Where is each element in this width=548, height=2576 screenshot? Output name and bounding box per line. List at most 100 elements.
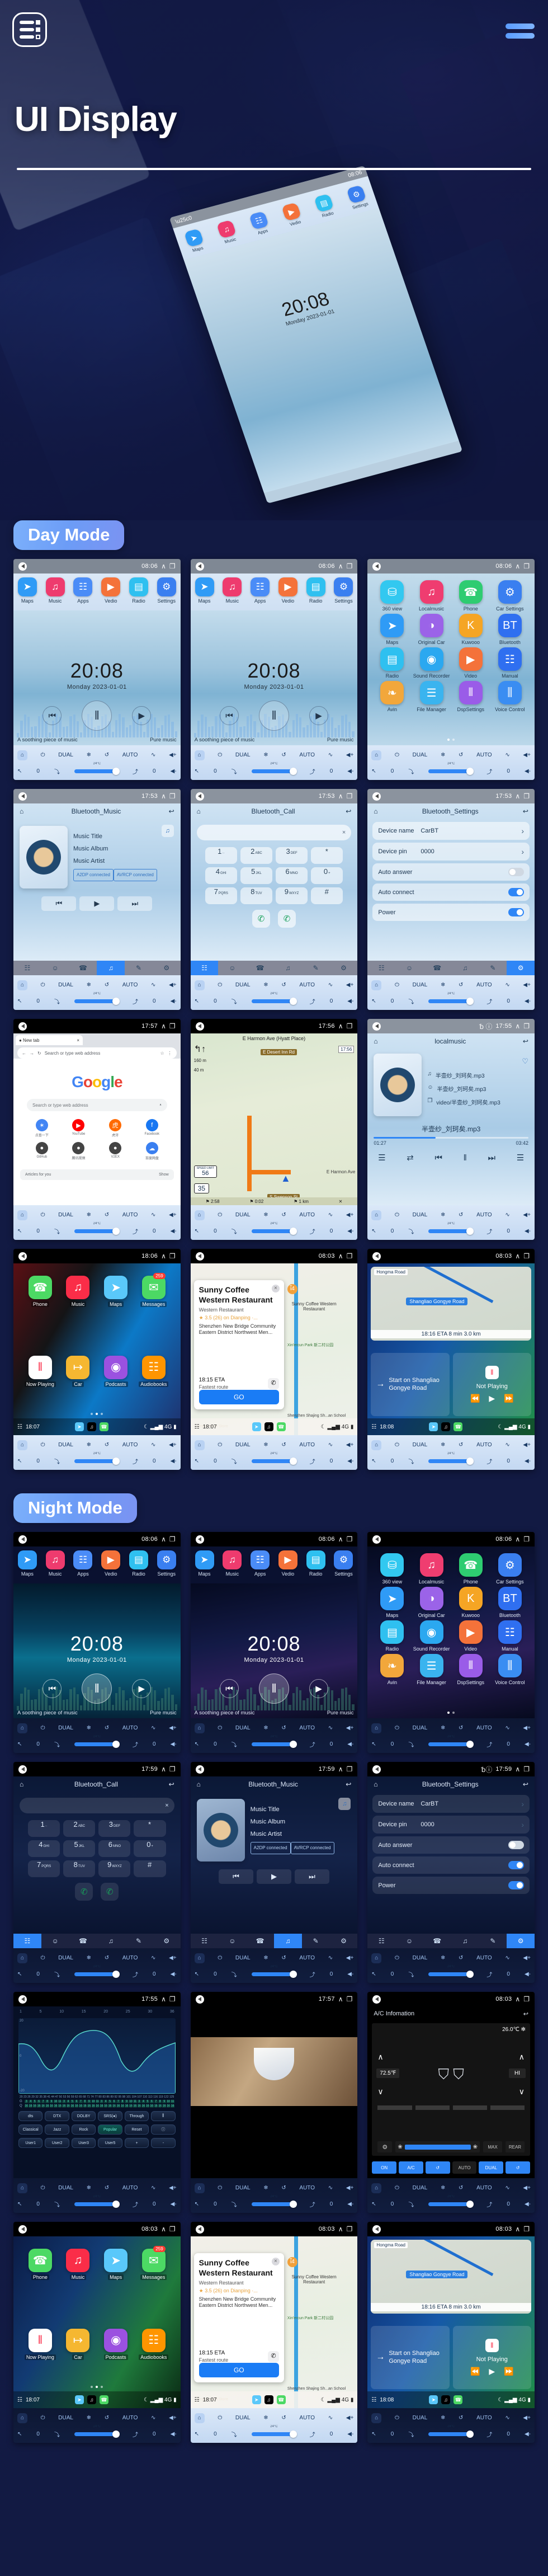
back-arrow-icon[interactable]: ↖ xyxy=(17,1458,22,1464)
contacts-icon[interactable]: ☺ xyxy=(218,1934,246,1948)
call-log-icon[interactable]: ☎ xyxy=(423,961,451,975)
fan-speed-slider[interactable] xyxy=(74,1970,120,1978)
carplay-dock-app-2[interactable]: ☎ xyxy=(100,2395,109,2404)
snowflake-icon[interactable]: ❄ xyxy=(87,1725,91,1731)
chevron-up-icon[interactable]: ∧ xyxy=(515,792,520,800)
app-tile-file-manager[interactable]: ☰ File Manager xyxy=(412,681,450,712)
climate-dual[interactable]: DUAL xyxy=(235,752,251,758)
bt-music-icon[interactable]: ♫ xyxy=(97,961,125,975)
carplay-dock-app-0[interactable]: ➤ xyxy=(429,1422,438,1431)
power-icon[interactable]: ⏻ xyxy=(41,752,45,758)
status-back-icon[interactable] xyxy=(18,1765,27,1774)
carplay-dock-app-0[interactable]: ➤ xyxy=(75,2395,84,2404)
carplay-dock-app-2[interactable]: ☎ xyxy=(276,2395,286,2404)
status-back-icon[interactable] xyxy=(195,1022,204,1031)
radio-icon[interactable]: ▤ xyxy=(380,647,404,671)
seat-vent-icon[interactable]: ⤴ xyxy=(133,2430,138,2438)
dial-key-9[interactable]: 9 WXYZ xyxy=(275,887,308,904)
toggle-auto-answer[interactable] xyxy=(508,868,524,876)
bluetooth-bt-icon[interactable]: BT xyxy=(498,614,522,637)
now-playing-icon[interactable]: ‖ xyxy=(28,2328,52,2352)
app-tile-manual[interactable]: ☷ Manual xyxy=(491,647,529,679)
track-item-2[interactable]: ❐ video/半壶纱_刘珂矣.mp3 xyxy=(427,1098,528,1106)
pair-icon[interactable]: ✎ xyxy=(302,961,330,975)
redial-icon[interactable]: ✆ xyxy=(277,910,296,928)
ac-button-auto[interactable]: AUTO xyxy=(452,2161,477,2174)
return-icon[interactable]: ↩ xyxy=(346,1780,351,1788)
back-arrow-icon[interactable]: ↖ xyxy=(371,768,376,774)
snowflake-icon[interactable]: ❄ xyxy=(263,1725,268,1731)
ac-button-a-c[interactable]: A/C xyxy=(399,2161,423,2174)
fan-icon[interactable]: ∿ xyxy=(328,1725,333,1731)
recent-apps-icon[interactable]: ❐ xyxy=(523,1252,530,1260)
gear-icon[interactable]: ⚙ xyxy=(157,577,176,596)
seat-vent-icon[interactable]: ⤴ xyxy=(310,1457,315,1465)
climate-dual[interactable]: DUAL xyxy=(58,1955,73,1961)
page-indicator[interactable] xyxy=(367,1712,535,1714)
climate-dual[interactable]: DUAL xyxy=(58,1725,73,1731)
recent-apps-icon[interactable]: ❐ xyxy=(169,1252,176,1260)
back-arrow-icon[interactable]: ↖ xyxy=(371,1741,376,1747)
dial-key-*[interactable]: * xyxy=(311,847,343,864)
dock-item-radio[interactable]: ▤ Radio xyxy=(125,577,153,604)
climate-dual[interactable]: DUAL xyxy=(58,2185,73,2191)
carplay-dock-app-1[interactable]: ♫ xyxy=(87,1422,97,1431)
power-icon[interactable]: ⏻ xyxy=(395,1725,399,1731)
app-tile-dspsettings[interactable]: ⦀ DspSettings xyxy=(452,1654,490,1685)
seat-vent-icon[interactable]: ⤴ xyxy=(310,767,315,775)
chevron-up-icon[interactable]: ∧ xyxy=(338,1765,343,1773)
climate-auto[interactable]: AUTO xyxy=(122,752,138,758)
music-note-icon[interactable]: ♫ xyxy=(66,1276,90,1299)
seat-heat-icon[interactable]: ⤵ xyxy=(232,1227,237,1235)
book-icon[interactable]: ☷ xyxy=(498,647,522,671)
chevron-up-icon[interactable]: ∧ xyxy=(338,1535,343,1543)
volume-down-icon[interactable]: ◀- xyxy=(171,1741,177,1747)
seat-vent-icon[interactable]: ⤴ xyxy=(133,997,138,1005)
recirculate-icon[interactable]: ↺ xyxy=(459,982,463,988)
play-circle-icon[interactable]: ▶ xyxy=(101,577,121,596)
bt-music-icon[interactable]: ♫ xyxy=(274,961,302,975)
seat-vent-icon[interactable]: ⤴ xyxy=(133,1740,138,1748)
carplay-dock-app-0[interactable]: ➤ xyxy=(252,1422,261,1431)
status-back-icon[interactable] xyxy=(372,1995,381,2004)
status-back-icon[interactable] xyxy=(372,2225,381,2234)
volume-up-icon[interactable]: ◀+ xyxy=(346,1212,354,1218)
volume-down-icon[interactable]: ◀- xyxy=(525,1458,531,1464)
seat-vent-icon[interactable]: ⤴ xyxy=(133,1227,138,1235)
ac-button-rear-defrost-icon[interactable]: ↺ xyxy=(506,2161,530,2174)
seat-vent-icon[interactable]: ⤴ xyxy=(310,997,315,1005)
podcasts-icon[interactable]: ◉ xyxy=(104,1355,128,1379)
navigation-arrow-icon[interactable]: ➤ xyxy=(17,1550,37,1569)
return-icon[interactable]: ↩ xyxy=(523,1037,528,1045)
dock-item-settings[interactable]: ⚙ Settings xyxy=(330,1550,358,1577)
app-tile-maps[interactable]: ➤ Maps xyxy=(373,614,411,645)
back-arrow-icon[interactable]: ↖ xyxy=(371,1971,376,1977)
fan-speed-slider[interactable] xyxy=(428,1970,474,1978)
recent-apps-icon[interactable]: ❐ xyxy=(169,1022,176,1030)
app-tile-localmusic[interactable]: ♫ Localmusic xyxy=(412,580,450,612)
app-tile-file-manager[interactable]: ☰ File Manager xyxy=(412,1654,450,1685)
track-item-1[interactable]: ☺ 半壶纱_刘珂矣.mp3 xyxy=(427,1084,528,1093)
snowflake-icon[interactable]: ❄ xyxy=(87,752,91,758)
pause-icon[interactable]: ‖ xyxy=(258,701,289,731)
recent-apps-icon[interactable]: ❐ xyxy=(523,1995,530,2003)
climate-dual[interactable]: DUAL xyxy=(58,1442,73,1448)
driver-temp-up-icon[interactable]: ∧ xyxy=(377,2052,383,2062)
home-icon[interactable]: ⌂ xyxy=(371,980,382,990)
track-item-0[interactable]: ♫ 半壶纱_刘珂矣.mp3 xyxy=(427,1071,528,1079)
power-icon[interactable]: ⏻ xyxy=(41,1955,45,1961)
phone-icon[interactable]: ✆ xyxy=(267,1378,279,1389)
snowflake-icon[interactable]: ❄ xyxy=(441,1955,445,1961)
seat-vent-icon[interactable]: ⤴ xyxy=(133,1970,138,1978)
dsp-preset--[interactable]: ⫼ xyxy=(151,2111,176,2121)
dial-key-*[interactable]: * xyxy=(134,1820,166,1837)
volume-down-icon[interactable]: ◀- xyxy=(347,1971,353,1977)
power-icon[interactable]: ⏻ xyxy=(395,1442,399,1448)
home-icon[interactable]: ⌂ xyxy=(374,1037,377,1045)
chevron-up-icon[interactable]: ∧ xyxy=(338,1995,343,2003)
recent-apps-icon[interactable]: ❐ xyxy=(169,562,176,570)
recent-apps-icon[interactable]: ❐ xyxy=(523,792,530,800)
chevron-up-icon[interactable]: ∧ xyxy=(515,1995,520,2003)
volume-down-icon[interactable]: ◀- xyxy=(171,768,177,774)
settings-icon[interactable]: ⚙ xyxy=(153,1934,181,1948)
